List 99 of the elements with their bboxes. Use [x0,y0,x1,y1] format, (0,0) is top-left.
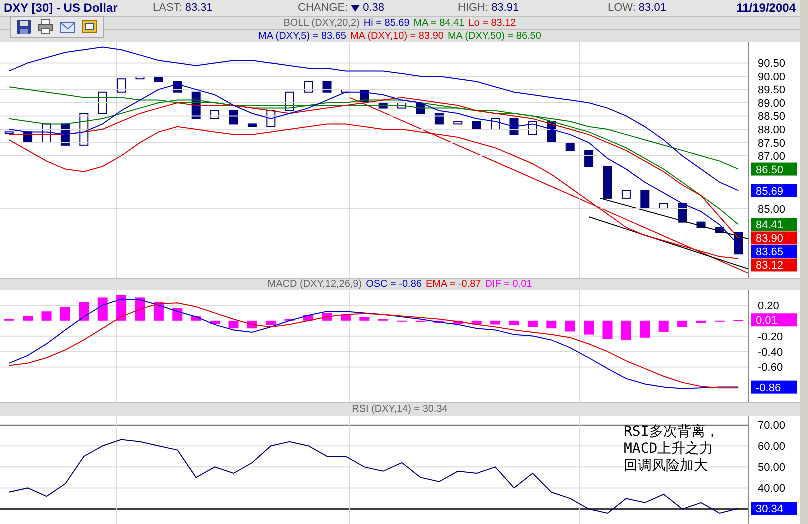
axis-label: 89.00 [758,98,786,110]
histogram-bar [678,320,688,328]
axis-label: 87.00 [758,151,786,164]
stat-label: LOW: [608,2,636,14]
candlestick [603,166,612,199]
histogram-bar [565,320,576,332]
value-badge: 83.12 [751,258,797,272]
histogram-bar [79,302,90,321]
histogram-bar [23,316,34,321]
annotation-note: RSI多次背离， MACD上升之力 回调风险加大 [624,424,720,475]
histogram-bar [602,320,613,340]
legend-text: MA (DXY,5) = 83.65 [258,30,346,42]
histogram-bar [658,320,669,332]
stat-label: HIGH: [458,2,489,14]
histogram-bar [584,320,594,335]
value-badge: 85.69 [751,184,797,198]
stat-label: CHANGE: [298,2,348,14]
axis-label: 90.00 [758,71,786,84]
histogram-bar [210,320,220,324]
value-badge: 0.01 [751,314,797,328]
axis-label: 0.20 [758,300,780,312]
histogram-bar [60,307,70,321]
axis-label: 90.50 [758,58,786,70]
legend-text: MA = 84.41 [414,18,465,28]
stat-value: 83.31 [185,2,213,14]
candlestick [734,232,744,255]
histogram-bar [696,320,706,324]
axis-label: 40.00 [758,483,786,496]
histogram-bar [453,320,464,324]
histogram-bar [172,308,183,321]
value-badge: 83.65 [751,245,797,259]
legend-text: OSC = -0.86 [366,279,422,290]
stat-value: 83.91 [492,2,520,14]
candlestick [117,78,126,93]
histogram-bar [528,320,538,328]
legend-text: MACD (DXY,12,26,9) [268,279,362,290]
axis-label: 85.00 [758,204,786,216]
value-badge: 30.34 [751,502,797,516]
histogram-bar [135,298,146,321]
candlestick [622,190,631,199]
axis-label: 87.50 [758,138,786,150]
candlestick [584,150,594,168]
axis-label: 60.00 [758,441,786,454]
histogram-bar [434,320,444,324]
candlestick [4,132,14,134]
symbol-title: DXY [30] - US Dollar [4,1,119,15]
print-icon[interactable] [38,19,54,35]
legend-text: Lo = 83.12 [468,18,516,28]
axis-label: -0.40 [758,346,784,359]
histogram-bar [546,320,557,329]
candlestick [341,89,350,93]
candlestick [322,81,332,93]
value-badge: 84.41 [751,218,797,232]
export-icon[interactable] [82,19,98,35]
legend-text: DIF = 0.01 [485,279,532,290]
axis-label: 70.00 [758,420,786,432]
candlestick [491,118,500,130]
candlestick [434,113,444,125]
legend-text: MA (DXY,50) = 86.50 [448,30,542,42]
histogram-bar [98,298,108,321]
histogram-bar [472,320,482,325]
legend-text: MA (DXY,10) = 83.90 [350,30,444,42]
candlestick [659,203,668,210]
candlestick [248,124,257,128]
axis-label: 88.00 [758,124,786,136]
candlestick [640,190,650,210]
histogram-bar [490,320,501,325]
value-badge: 83.90 [751,232,797,246]
quote-date: 11/19/2004 [736,1,796,15]
candlestick [566,142,575,152]
candlestick [98,92,108,114]
histogram-bar [509,320,520,326]
stat-value: 0.38 [363,2,385,14]
stat-value: 83.01 [638,2,666,14]
axis-label: 89.50 [758,84,786,97]
stat-label: LAST: [153,2,182,14]
histogram-bar [360,317,370,321]
candlestick [229,110,238,125]
histogram-bar [42,312,52,321]
histogram-bar [116,295,127,321]
save-icon[interactable] [16,19,32,35]
legend-text: Hi = 85.69 [364,18,410,28]
histogram-bar [304,316,314,321]
candlestick [304,81,314,93]
legend-text: BOLL (DXY,20,2) [284,18,360,28]
value-badge: -0.86 [751,380,797,394]
axis-label: 50.00 [758,462,786,474]
axis-label: -0.60 [758,362,784,374]
axis-label: 88.50 [758,111,786,124]
legend-text: EMA = -0.87 [426,279,482,290]
histogram-bar [640,320,650,338]
value-badge: 86.50 [751,162,797,176]
legend-text: RSI (DXY,14) = 30.34 [352,404,448,415]
histogram-bar [191,316,202,321]
histogram-bar [621,320,632,340]
candlestick [210,110,220,120]
histogram-bar [228,320,239,329]
histogram-bar [266,320,276,326]
axis-label: -0.20 [758,331,784,344]
